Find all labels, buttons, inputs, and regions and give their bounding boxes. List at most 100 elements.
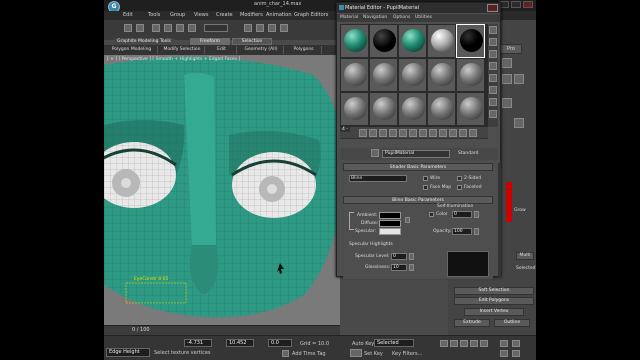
previous-frame-icon[interactable]	[450, 340, 458, 347]
specular-level-input[interactable]: 0	[391, 253, 407, 260]
put-to-library-icon[interactable]	[419, 129, 427, 137]
show-map-in-viewport-icon[interactable]	[439, 129, 447, 137]
grow-label[interactable]: Grow	[514, 208, 526, 213]
two-sided-checkbox[interactable]	[457, 176, 462, 181]
menu-navigation[interactable]: Navigation	[363, 15, 387, 20]
align-icon[interactable]	[280, 24, 288, 32]
select-by-material-icon[interactable]	[489, 110, 497, 118]
key-icon[interactable]	[350, 349, 362, 357]
go-to-start-icon[interactable]	[440, 340, 448, 347]
make-copy-icon[interactable]	[399, 129, 407, 137]
time-tag-icon[interactable]	[282, 350, 289, 357]
geometry-all-button[interactable]: Geometry (All)	[239, 46, 284, 54]
material-editor-scrollbar[interactable]	[498, 163, 501, 278]
faceted-checkbox[interactable]	[457, 185, 462, 190]
redo-icon[interactable]	[136, 24, 144, 32]
material-slot[interactable]	[340, 24, 369, 58]
specular-level-map-button[interactable]	[409, 253, 414, 260]
motion-icon[interactable]	[502, 98, 512, 108]
edit-button[interactable]: Edit	[207, 46, 237, 54]
show-end-result-icon[interactable]	[449, 129, 457, 137]
rotate-icon[interactable]	[176, 24, 184, 32]
play-icon[interactable]	[460, 340, 468, 347]
orbit-icon[interactable]	[500, 350, 508, 357]
snap-icon[interactable]	[244, 24, 252, 32]
go-to-end-icon[interactable]	[480, 340, 488, 347]
make-unique-icon[interactable]	[409, 129, 417, 137]
modify-selection-button[interactable]: Modify Selection	[160, 46, 205, 54]
options-icon[interactable]	[489, 98, 497, 106]
wire-checkbox[interactable]	[423, 176, 428, 181]
self-illum-map-button[interactable]	[474, 211, 479, 218]
face-map-checkbox[interactable]	[423, 185, 428, 190]
make-preview-icon[interactable]	[489, 86, 497, 94]
material-slot[interactable]	[340, 58, 369, 92]
get-material-icon[interactable]	[359, 129, 367, 137]
material-slot-active[interactable]	[456, 24, 485, 58]
reset-map-icon[interactable]	[389, 129, 397, 137]
material-id-icon[interactable]	[429, 129, 437, 137]
multi-button[interactable]: Multi	[516, 252, 534, 260]
x-coordinate-field[interactable]: -4.731	[184, 339, 212, 347]
uv-tiling-icon[interactable]	[489, 62, 497, 70]
angle-snap-icon[interactable]	[256, 24, 264, 32]
eyedropper-icon[interactable]	[371, 149, 379, 157]
material-slot[interactable]	[427, 92, 456, 126]
go-to-parent-icon[interactable]	[459, 129, 467, 137]
go-forward-sibling-icon[interactable]	[469, 129, 477, 137]
material-slot[interactable]	[369, 92, 398, 126]
add-time-tag-button[interactable]: Add Time Tag	[292, 351, 326, 357]
maximize-viewport-icon[interactable]	[512, 350, 520, 357]
glossiness-input[interactable]: 10	[391, 264, 407, 271]
z-coordinate-field[interactable]: 0.0	[268, 339, 292, 347]
diffuse-color-swatch[interactable]	[379, 220, 401, 227]
self-illum-color-checkbox[interactable]	[429, 212, 434, 217]
edge-height-field[interactable]: Edge Height	[106, 348, 150, 357]
display-icon[interactable]	[514, 118, 524, 128]
perspective-viewport[interactable]: [ + ] [ Perspective ] [ Smooth + Highlig…	[104, 55, 340, 325]
self-illum-color-input[interactable]: 0	[452, 211, 472, 218]
material-name-field[interactable]: PupilMaterial	[382, 150, 450, 158]
close-button[interactable]	[523, 1, 533, 8]
scale-icon[interactable]	[188, 24, 196, 32]
maximize-button[interactable]	[511, 1, 521, 8]
menu-graph-editors[interactable]: Graph Editors	[294, 12, 328, 18]
material-slot[interactable]	[398, 92, 427, 126]
shader-basic-parameters-rollout[interactable]: Shader Basic Parameters	[343, 163, 493, 171]
modifier-icon[interactable]	[502, 74, 512, 84]
shader-type-dropdown[interactable]: Blinn	[349, 175, 407, 182]
outline-button[interactable]: Outline	[494, 319, 530, 327]
material-slot[interactable]	[369, 24, 398, 58]
tab-freeform[interactable]: Freeform	[190, 38, 230, 45]
edit-polygons-rollout[interactable]: Edit Polygons	[454, 297, 534, 305]
polygon-modeling-button[interactable]: Polygon Modeling	[106, 46, 158, 54]
tab-selection[interactable]: Selection	[232, 38, 272, 45]
video-color-check-icon[interactable]	[489, 74, 497, 82]
material-slot[interactable]	[398, 58, 427, 92]
y-coordinate-field[interactable]: 10.452	[226, 339, 254, 347]
material-slot[interactable]	[427, 58, 456, 92]
specular-color-swatch[interactable]	[379, 228, 401, 235]
menu-create[interactable]: Create	[216, 12, 233, 18]
menu-utilities[interactable]: Utilities	[415, 15, 432, 20]
material-slot[interactable]	[427, 24, 456, 58]
menu-views[interactable]: Views	[194, 12, 208, 18]
menu-material[interactable]: Material	[340, 15, 358, 20]
material-editor-close-button[interactable]	[487, 4, 498, 12]
zoom-icon[interactable]	[500, 340, 508, 347]
polygons-button[interactable]: Polygons	[286, 46, 322, 54]
insert-vertex-button[interactable]: Insert Vertex	[464, 308, 524, 316]
menu-edit[interactable]: Edit	[123, 12, 133, 18]
blinn-basic-parameters-rollout[interactable]: Blinn Basic Parameters	[343, 196, 493, 204]
opacity-input[interactable]: 100	[452, 228, 472, 235]
key-filters-button[interactable]: Key Filters...	[392, 351, 422, 357]
backlight-icon[interactable]	[489, 38, 497, 46]
material-slot[interactable]	[369, 58, 398, 92]
reference-coord-dropdown[interactable]	[204, 24, 228, 32]
sample-type-icon[interactable]	[489, 26, 497, 34]
lock-bracket-icon[interactable]	[349, 212, 354, 230]
hammer-icon[interactable]	[502, 58, 512, 68]
glossiness-map-button[interactable]	[409, 264, 414, 271]
diffuse-map-button[interactable]	[405, 217, 410, 223]
pan-icon[interactable]	[512, 340, 520, 347]
